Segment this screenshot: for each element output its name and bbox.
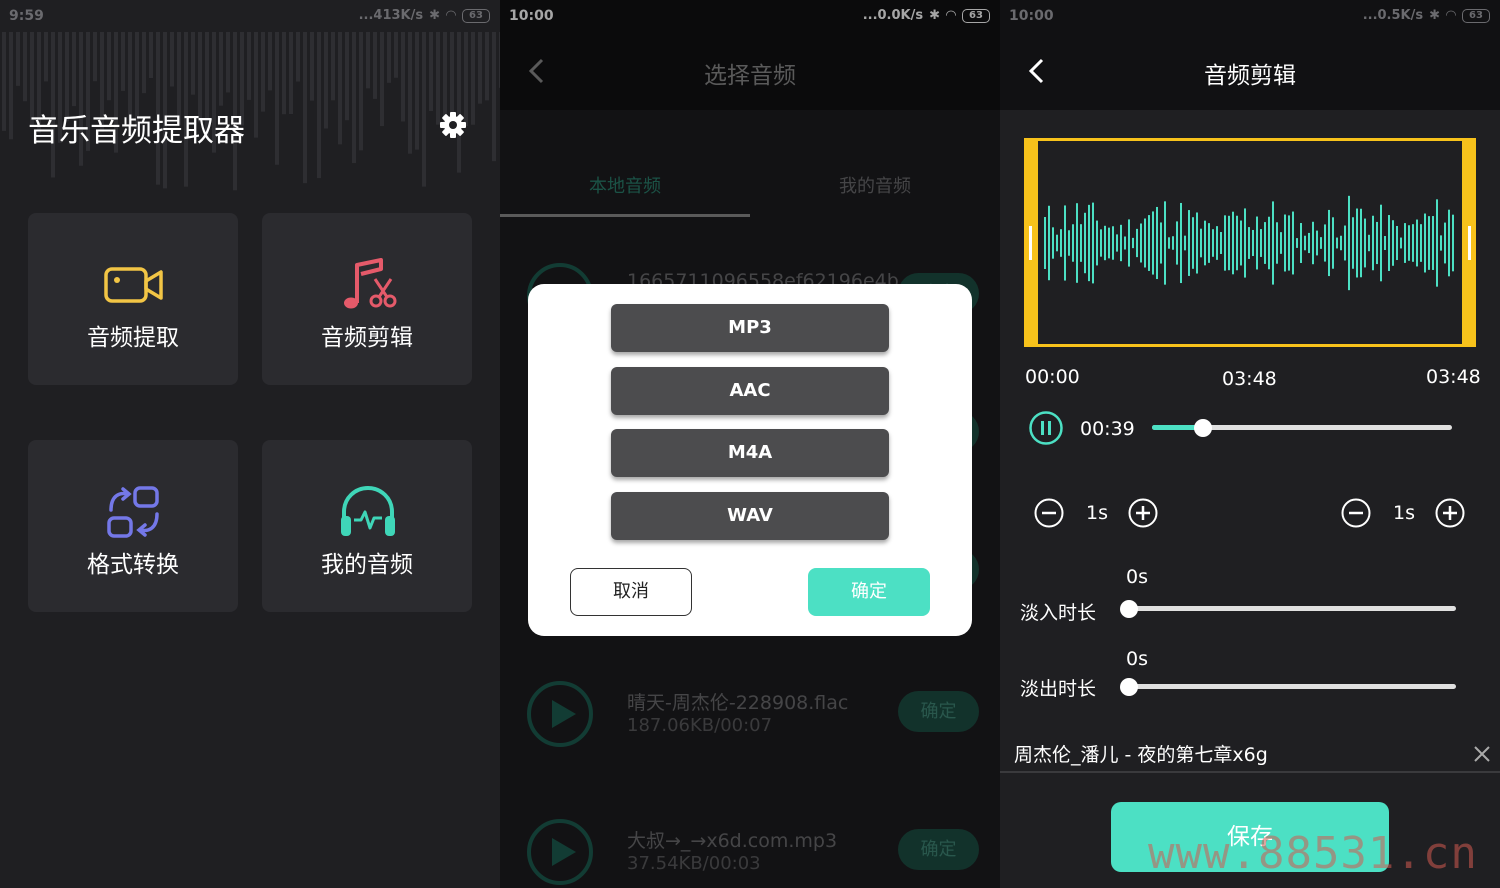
bluetooth-icon: ✱ bbox=[429, 8, 440, 23]
duration-time: 03:48 bbox=[1222, 368, 1277, 390]
card-audio-extract[interactable]: 音频提取 bbox=[28, 213, 238, 385]
format-dialog: MP3 AAC M4A WAV 取消 确定 bbox=[528, 284, 972, 636]
top-bar: 音频剪辑 bbox=[1000, 32, 1500, 110]
card-my-audio[interactable]: 我的音频 bbox=[262, 440, 472, 612]
network-speed: ...0.5K/s bbox=[1362, 8, 1424, 23]
battery-icon: 63 bbox=[1462, 8, 1490, 23]
confirm-button[interactable]: 确定 bbox=[808, 568, 930, 616]
card-label: 音频剪辑 bbox=[321, 325, 413, 351]
card-format-convert[interactable]: 格式转换 bbox=[28, 440, 238, 612]
minus-icon[interactable] bbox=[1033, 497, 1065, 529]
start-step-value: 1s bbox=[1086, 502, 1108, 524]
waveform-selector[interactable] bbox=[1024, 138, 1476, 347]
home-screen: 9:59 ...413K/s ✱ ◠ 63 音乐音频提取器 音频提取 音频剪辑 … bbox=[0, 0, 500, 888]
format-option-aac[interactable]: AAC bbox=[611, 367, 889, 415]
page-title: 音频剪辑 bbox=[1204, 63, 1296, 89]
slider-knob[interactable] bbox=[1194, 419, 1212, 437]
fade-in-label: 淡入时长 bbox=[1020, 602, 1097, 624]
fade-out-value: 0s bbox=[1126, 648, 1148, 670]
status-bar: 9:59 ...413K/s ✱ ◠ 63 bbox=[0, 0, 500, 32]
fade-out-label: 淡出时长 bbox=[1020, 678, 1097, 700]
wifi-icon: ◠ bbox=[1446, 8, 1456, 23]
start-time: 00:00 bbox=[1025, 366, 1080, 388]
minus-icon[interactable] bbox=[1340, 497, 1372, 529]
end-time: 03:48 bbox=[1426, 366, 1481, 388]
cancel-button[interactable]: 取消 bbox=[570, 568, 692, 616]
format-option-m4a[interactable]: M4A bbox=[611, 429, 889, 477]
status-time: 9:59 bbox=[9, 8, 44, 24]
card-label: 我的音频 bbox=[321, 552, 413, 578]
card-label: 音频提取 bbox=[87, 325, 179, 351]
music-scissors-icon bbox=[344, 258, 397, 309]
format-option-wav[interactable]: WAV bbox=[611, 492, 889, 540]
audio-edit-screen: 10:00 ...0.5K/s ✱ ◠ 63 音频剪辑 00:00 03:48 … bbox=[1000, 0, 1500, 888]
playback-position: 00:39 bbox=[1080, 418, 1135, 440]
wifi-icon: ◠ bbox=[446, 8, 456, 23]
status-bar: 10:00 ...0.5K/s ✱ ◠ 63 bbox=[1000, 0, 1500, 32]
card-audio-edit[interactable]: 音频剪辑 bbox=[262, 213, 472, 385]
card-label: 格式转换 bbox=[87, 552, 179, 578]
status-time: 10:00 bbox=[1009, 8, 1054, 24]
select-audio-screen: 10:00 ...0.0K/s ✱ ◠ 63 选择音频 本地音频 我的音频 16… bbox=[500, 0, 1000, 888]
pause-icon[interactable] bbox=[1028, 410, 1064, 446]
plus-icon[interactable] bbox=[1127, 497, 1159, 529]
page: 9:59 ...413K/s ✱ ◠ 63 音乐音频提取器 音频提取 音频剪辑 … bbox=[0, 0, 1500, 888]
gear-icon[interactable] bbox=[438, 110, 468, 140]
bluetooth-icon: ✱ bbox=[1429, 8, 1440, 23]
plus-icon[interactable] bbox=[1434, 497, 1466, 529]
network-speed: ...413K/s bbox=[358, 8, 424, 23]
fade-in-value: 0s bbox=[1126, 566, 1148, 588]
headphones-icon bbox=[341, 485, 395, 536]
battery-icon: 63 bbox=[462, 8, 490, 23]
video-camera-icon bbox=[104, 267, 163, 303]
slider-knob[interactable] bbox=[1120, 600, 1138, 618]
slider-knob[interactable] bbox=[1120, 678, 1138, 696]
format-option-mp3[interactable]: MP3 bbox=[611, 304, 889, 352]
app-title: 音乐音频提取器 bbox=[28, 113, 245, 149]
divider bbox=[1000, 771, 1500, 773]
filename-input[interactable]: 周杰伦_潘儿 - 夜的第七章x6g bbox=[1014, 740, 1268, 767]
end-step-value: 1s bbox=[1393, 502, 1415, 524]
watermark: www.88531.cn bbox=[1148, 828, 1478, 879]
format-convert-icon bbox=[107, 486, 159, 538]
close-icon[interactable] bbox=[1472, 744, 1492, 764]
